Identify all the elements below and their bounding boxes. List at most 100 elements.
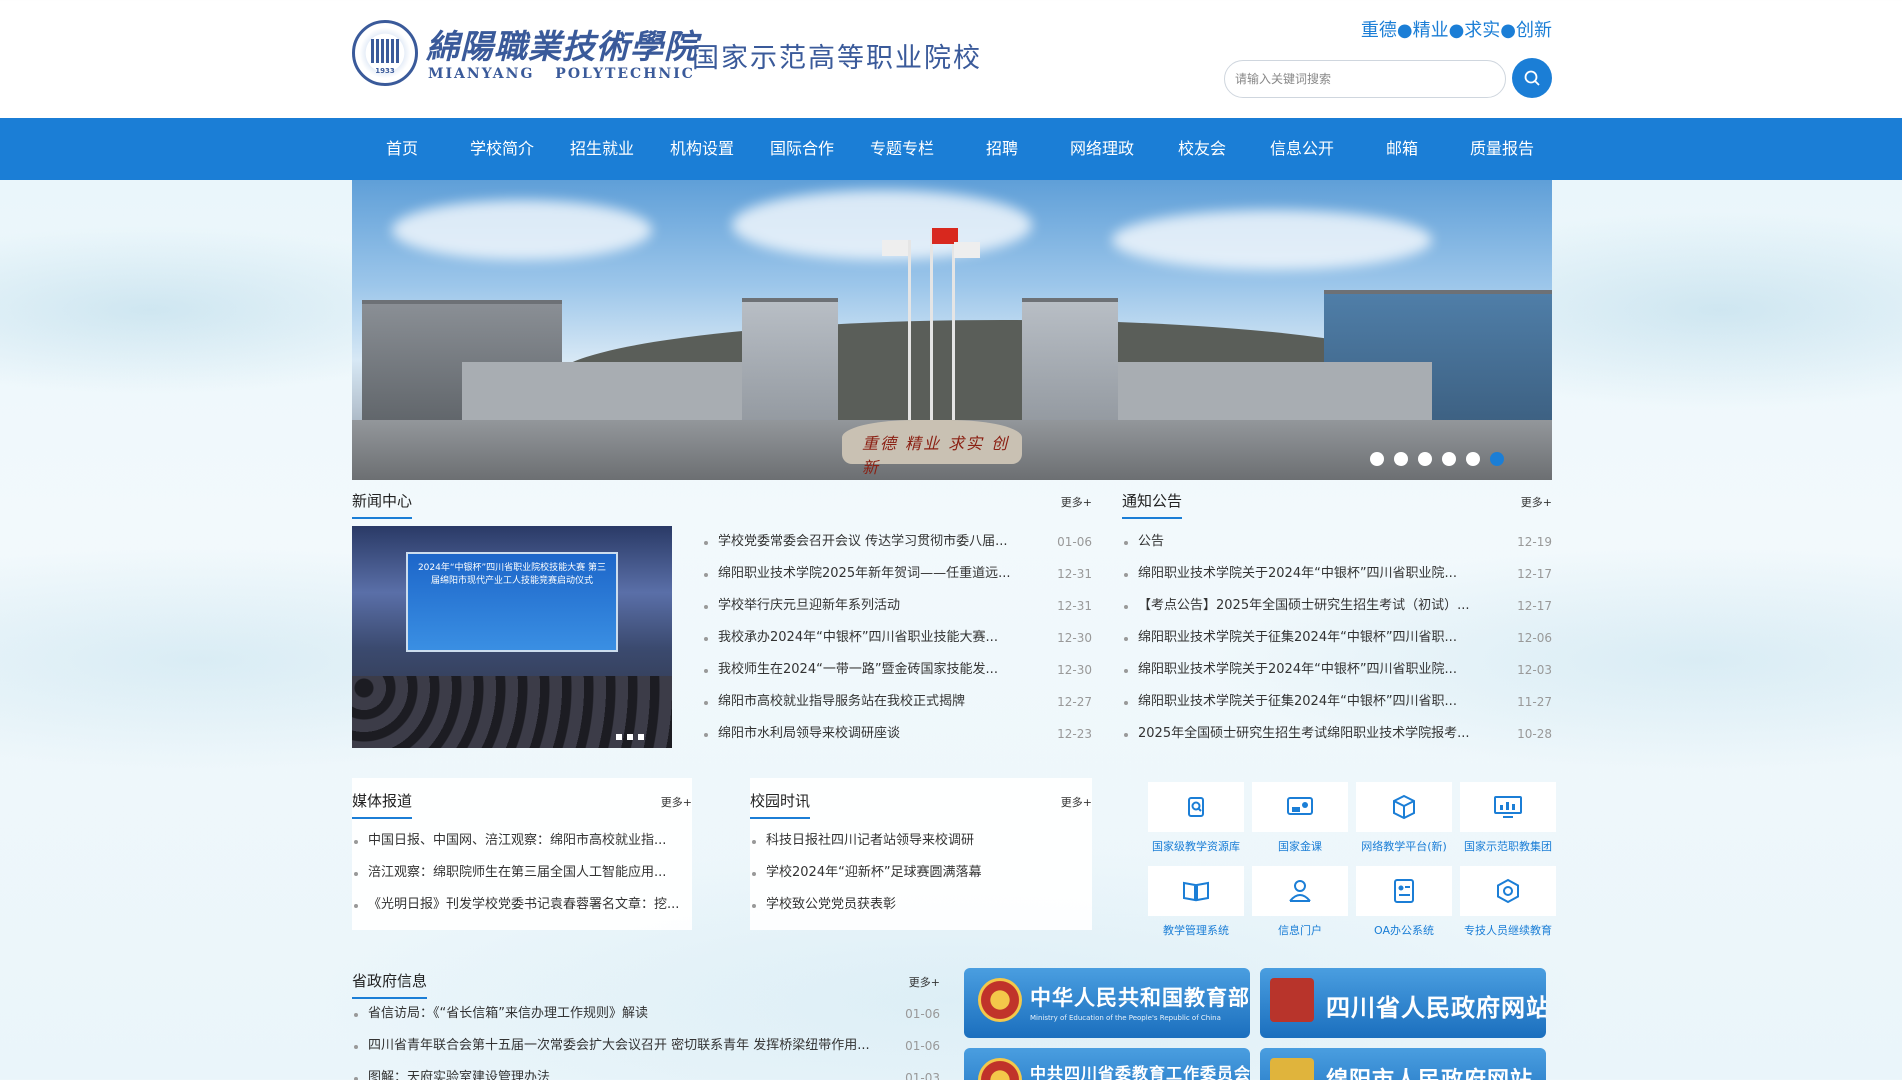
news-list: 学校党委常委会召开会议 传达学习贯彻市委八届... 01-06 绵阳职业技术学院2… <box>702 526 1092 750</box>
list-item[interactable]: 绵阳职业技术学院关于2024年“中银杯”四川省职业院... 12-17 <box>1122 558 1552 590</box>
search-input[interactable] <box>1224 60 1506 98</box>
list-item[interactable]: 学校2024年“迎新杯”足球赛圆满落幕 <box>750 857 1092 889</box>
nav-item-international[interactable]: 国际合作 <box>752 118 852 180</box>
quick-links-grid: 国家级教学资源库 国家金课 网络教学平台(新) 国家示范职教集团 教学管理系统 … <box>1144 782 1560 940</box>
list-item[interactable]: 《光明日报》刊发学校党委书记袁春蓉署名文章：挖... <box>352 889 692 921</box>
campus-more-link[interactable]: 更多+ <box>1061 794 1092 810</box>
province-more-link[interactable]: 更多+ <box>909 974 940 990</box>
carousel-dot[interactable] <box>1442 452 1456 466</box>
nav-item-about[interactable]: 学校简介 <box>452 118 552 180</box>
news-section-header: 新闻中心 更多+ <box>352 484 1092 519</box>
sichuan-education-committee-link-banner[interactable]: 中共四川省委教育工作委员会 <box>964 1048 1250 1080</box>
quick-link-national-course[interactable]: 国家金课 <box>1248 782 1352 856</box>
list-item[interactable]: 图解：天府实验室建设管理办法 01-03 <box>352 1062 940 1080</box>
list-item[interactable]: 绵阳职业技术学院关于征集2024年“中银杯”四川省职... 12-06 <box>1122 622 1552 654</box>
quick-link-continuing-education[interactable]: 专技人员继续教育 <box>1456 866 1560 940</box>
national-emblem-icon <box>978 978 1022 1022</box>
nav-item-disclosure[interactable]: 信息公开 <box>1252 118 1352 180</box>
province-section-header: 省政府信息 更多+ <box>352 964 940 999</box>
search-button[interactable] <box>1512 58 1552 98</box>
carousel-dot[interactable] <box>1394 452 1408 466</box>
carousel-dot[interactable] <box>1418 452 1432 466</box>
list-item[interactable]: 【考点公告】2025年全国硕士研究生招生考试（初试）... 12-17 <box>1122 590 1552 622</box>
news-photo[interactable]: 2024年“中银杯”四川省职业院校技能大赛 第三届绵阳市现代产业工人技能竞赛启动… <box>352 526 672 748</box>
logo-english-name: MIANYANG POLYTECHNIC <box>428 66 695 82</box>
logo-chinese-name[interactable]: 綿陽職業技術學院 <box>426 20 698 68</box>
list-item[interactable]: 我校师生在2024“一带一路”暨金砖国家技能发... 12-30 <box>702 654 1092 686</box>
carousel-dot[interactable] <box>1466 452 1480 466</box>
nav-item-admission[interactable]: 招生就业 <box>552 118 652 180</box>
id-card-icon <box>1394 879 1414 903</box>
list-item[interactable]: 绵阳市水利局领导来校调研座谈 12-23 <box>702 718 1092 750</box>
media-list: 中国日报、中国网、涪江观察：绵阳市高校就业指... 涪江观察：绵职院师生在第三届… <box>352 825 692 921</box>
notice-section-header: 通知公告 更多+ <box>1122 484 1552 519</box>
list-item[interactable]: 2025年全国硕士研究生招生考试绵阳职业技术学院报考... 10-28 <box>1122 718 1552 750</box>
site-header: 1933 綿陽職業技術學院 MIANYANG POLYTECHNIC 国家示范高… <box>352 0 1552 118</box>
platform-cube-icon <box>1393 794 1415 820</box>
mianyang-gov-link-banner[interactable]: 绵阳市人民政府网站 <box>1260 1048 1546 1080</box>
list-item[interactable]: 四川省青年联合会第十五届一次常委会扩大会议召开 密切联系青年 发挥桥梁纽带作用.… <box>352 1030 940 1062</box>
list-item[interactable]: 绵阳职业技术学院关于2024年“中银杯”四川省职业院... 12-03 <box>1122 654 1552 686</box>
quick-link-teaching-system[interactable]: 教学管理系统 <box>1144 866 1248 940</box>
list-item[interactable]: 科技日报社四川记者站领导来校调研 <box>750 825 1092 857</box>
news-title: 新闻中心 <box>352 490 413 519</box>
monitor-chart-icon <box>1494 796 1522 818</box>
moe-link-banner[interactable]: 中华人民共和国教育部 Ministry of Education of the … <box>964 968 1250 1038</box>
school-motto: 重德●精业●求实●创新 <box>1360 20 1552 41</box>
open-book-icon <box>1183 881 1209 902</box>
list-item[interactable]: 学校举行庆元旦迎新年系列活动 12-31 <box>702 590 1092 622</box>
notice-title: 通知公告 <box>1122 490 1183 519</box>
party-emblem-icon <box>978 1058 1022 1080</box>
list-item[interactable]: 涪江观察：绵职院师生在第三届全国人工智能应用... <box>352 857 692 889</box>
media-title: 媒体报道 <box>352 790 413 819</box>
nav-item-home[interactable]: 首页 <box>352 118 452 180</box>
media-section-header: 媒体报道 更多+ <box>352 784 692 819</box>
list-item[interactable]: 学校致公党党员获表彰 <box>750 889 1092 921</box>
sichuan-gov-link-banner[interactable]: 四川省人民政府网站 <box>1260 968 1546 1038</box>
campus-list: 科技日报社四川记者站领导来校调研 学校2024年“迎新杯”足球赛圆满落幕 学校致… <box>750 825 1092 921</box>
quick-link-online-platform[interactable]: 网络教学平台(新) <box>1352 782 1456 856</box>
hexagon-icon <box>1497 878 1519 904</box>
list-item[interactable]: 我校承办2024年“中银杯”四川省职业技能大赛... 12-30 <box>702 622 1092 654</box>
nav-item-topics[interactable]: 专题专栏 <box>852 118 952 180</box>
motto-rock: 重德 精业 求实 创新 <box>842 420 1022 477</box>
carousel-dots <box>1370 452 1504 466</box>
hero-banner[interactable]: 重德 精业 求实 创新 <box>352 180 1552 480</box>
main-nav: 首页 学校简介 招生就业 机构设置 国际合作 专题专栏 招聘 网络理政 校友会 … <box>0 118 1902 180</box>
campus-section-header: 校园时讯 更多+ <box>750 784 1092 819</box>
notice-list: 公告 12-19 绵阳职业技术学院关于2024年“中银杯”四川省职业院... 12-… <box>1122 526 1552 750</box>
nav-item-online-affairs[interactable]: 网络理政 <box>1052 118 1152 180</box>
nav-item-departments[interactable]: 机构设置 <box>652 118 752 180</box>
list-item[interactable]: 学校党委常委会召开会议 传达学习贯彻市委八届... 01-06 <box>702 526 1092 558</box>
list-item[interactable]: 省信访局：《“省长信箱”来信办理工作规则》解读 01-06 <box>352 998 940 1030</box>
search-doc-icon <box>1188 797 1204 817</box>
list-item[interactable]: 公告 12-19 <box>1122 526 1552 558</box>
list-item[interactable]: 绵阳市高校就业指导服务站在我校正式揭牌 12-27 <box>702 686 1092 718</box>
carousel-dot[interactable] <box>1370 452 1384 466</box>
quick-link-oa-system[interactable]: OA办公系统 <box>1352 866 1456 940</box>
media-more-link[interactable]: 更多+ <box>661 794 692 810</box>
logo-tagline: 国家示范高等职业院校 <box>692 43 982 74</box>
sichuan-seal-icon <box>1270 978 1314 1022</box>
school-emblem-logo[interactable]: 1933 <box>352 20 418 86</box>
province-title: 省政府信息 <box>352 970 428 999</box>
quick-link-vocational-group[interactable]: 国家示范职教集团 <box>1456 782 1560 856</box>
news-more-link[interactable]: 更多+ <box>1061 494 1092 510</box>
user-portal-icon <box>1289 880 1311 902</box>
nav-item-alumni[interactable]: 校友会 <box>1152 118 1252 180</box>
nav-item-mail[interactable]: 邮箱 <box>1352 118 1452 180</box>
list-item[interactable]: 绵阳职业技术学院关于征集2024年“中银杯”四川省职... 11-27 <box>1122 686 1552 718</box>
mianyang-seal-icon <box>1270 1058 1314 1080</box>
nav-item-recruit[interactable]: 招聘 <box>952 118 1052 180</box>
carousel-dot-active[interactable] <box>1490 452 1504 466</box>
quick-link-resource-library[interactable]: 国家级教学资源库 <box>1144 782 1248 856</box>
notice-more-link[interactable]: 更多+ <box>1521 494 1552 510</box>
quick-link-info-portal[interactable]: 信息门户 <box>1248 866 1352 940</box>
video-class-icon <box>1287 797 1313 815</box>
nav-item-quality-report[interactable]: 质量报告 <box>1452 118 1552 180</box>
list-item[interactable]: 中国日报、中国网、涪江观察：绵阳市高校就业指... <box>352 825 692 857</box>
list-item[interactable]: 绵阳职业技术学院2025年新年贺词——任重道远... 12-31 <box>702 558 1092 590</box>
search-icon <box>1524 70 1540 86</box>
province-list: 省信访局：《“省长信箱”来信办理工作规则》解读 01-06 四川省青年联合会第十五… <box>352 998 940 1080</box>
campus-title: 校园时讯 <box>750 790 811 819</box>
